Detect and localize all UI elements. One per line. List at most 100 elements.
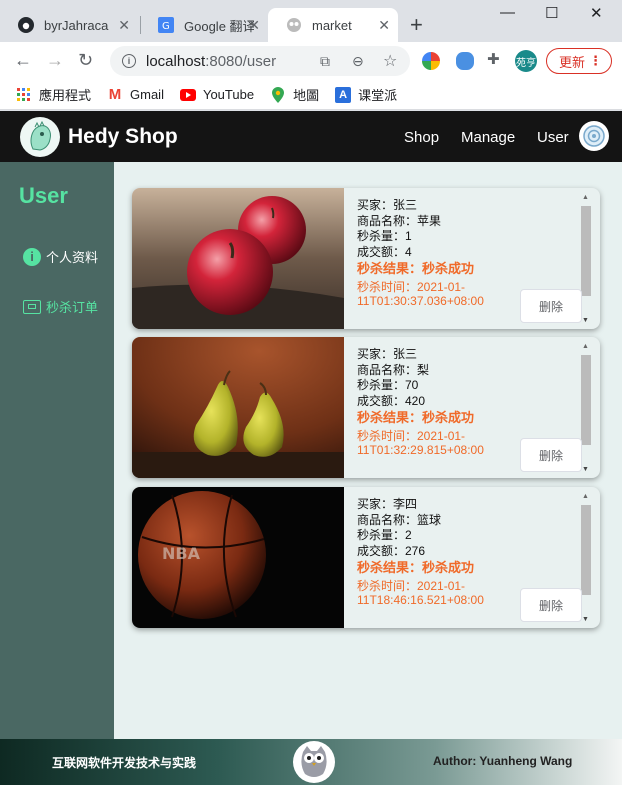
delete-button[interactable]: 删除 bbox=[520, 588, 582, 622]
scrollbar-thumb[interactable] bbox=[581, 505, 591, 595]
url-rest: :8080/user bbox=[205, 52, 277, 70]
basketball-photo: NBA bbox=[132, 487, 344, 628]
scroll-down-icon[interactable]: ▼ bbox=[582, 466, 589, 473]
url-host: localhost bbox=[146, 52, 206, 70]
new-tab-icon[interactable]: + bbox=[410, 12, 423, 38]
apple-photo bbox=[132, 188, 344, 329]
site-info-icon[interactable]: i bbox=[122, 54, 136, 68]
time-line: 秒杀时间：2021-01- bbox=[357, 578, 466, 593]
reload-icon[interactable]: ↻ bbox=[78, 50, 93, 71]
product-name-text: 商品名称：苹果 bbox=[357, 213, 442, 228]
nav-user[interactable]: User bbox=[537, 129, 569, 146]
extensions-puzzle-icon[interactable]: ✚ bbox=[487, 50, 505, 68]
gmail-icon: M bbox=[108, 86, 122, 103]
user-avatar[interactable] bbox=[579, 121, 609, 151]
maps-icon bbox=[270, 86, 286, 103]
pear-photo bbox=[132, 337, 344, 478]
update-button[interactable]: 更新 ⋮ bbox=[546, 48, 612, 74]
amount-text: 成交额：420 bbox=[357, 393, 426, 408]
owl-icon bbox=[293, 741, 335, 783]
forward-icon[interactable]: → bbox=[46, 50, 64, 71]
github-icon bbox=[18, 17, 34, 33]
scroll-down-icon[interactable]: ▼ bbox=[582, 317, 589, 324]
sidebar: User i 个人资料 秒杀订单 bbox=[0, 162, 114, 739]
tab-label: Google 翻译 bbox=[184, 18, 254, 34]
order-card: 买家：张三 商品名称：苹果 秒杀量：1 成交额：4 秒杀结果：秒杀成功 秒杀时间… bbox=[132, 188, 600, 329]
browser-tab-strip: byrJahraca ✕ G Google 翻译 ✕ market ✕ + — … bbox=[0, 0, 622, 42]
extension-cloud-icon[interactable] bbox=[456, 52, 474, 70]
zoom-icon[interactable]: ⊖ bbox=[352, 53, 364, 70]
time-line: 11T01:32:29.815+08:00 bbox=[357, 442, 484, 457]
order-card: NBA 买家：李四 商品名称：篮球 秒杀量：2 成交额：276 秒杀结果：秒杀成… bbox=[132, 487, 600, 628]
time-line: 11T01:30:37.036+08:00 bbox=[357, 293, 484, 308]
result-text: 秒杀结果：秒杀成功 bbox=[357, 410, 475, 425]
bookmark-label: 地圖 bbox=[293, 88, 320, 103]
order-details: 买家：张三 商品名称：梨 秒杀量：70 成交额：420 秒杀结果：秒杀成功 秒杀… bbox=[357, 347, 484, 457]
minimize-icon[interactable]: — bbox=[500, 4, 515, 21]
translate-page-icon[interactable]: ⧉ bbox=[320, 53, 330, 70]
sidebar-item-profile[interactable]: i 个人资料 bbox=[23, 247, 98, 266]
scrollbar-thumb[interactable] bbox=[581, 355, 591, 445]
bookmark-star-icon[interactable]: ☆ bbox=[383, 51, 397, 71]
profile-badge-text: 苑亨 bbox=[516, 57, 536, 69]
close-tab-icon[interactable]: ✕ bbox=[248, 17, 260, 34]
scrollbar-thumb[interactable] bbox=[581, 206, 591, 296]
apps-grid-icon bbox=[16, 87, 32, 103]
bookmark-label: 课堂派 bbox=[358, 88, 398, 103]
nav-manage[interactable]: Manage bbox=[461, 129, 515, 146]
bookmark-label: 應用程式 bbox=[39, 88, 92, 103]
result-text: 秒杀结果：秒杀成功 bbox=[357, 560, 475, 575]
bookmarks-bar: 應用程式 M Gmail YouTube 地圖 A 课堂派 bbox=[0, 80, 622, 110]
browser-toolbar: ← → ↻ i localhost:8080/user ⧉ ⊖ ☆ ✚ 苑亨 更… bbox=[0, 42, 622, 80]
delete-button[interactable]: 删除 bbox=[520, 289, 582, 323]
time-line: 秒杀时间：2021-01- bbox=[357, 428, 466, 443]
close-tab-icon[interactable]: ✕ bbox=[378, 17, 390, 34]
bookmark-label: Gmail bbox=[130, 87, 164, 102]
sidebar-item-label: 秒杀订单 bbox=[46, 300, 99, 315]
youtube-icon bbox=[179, 87, 196, 103]
order-card: 买家：张三 商品名称：梨 秒杀量：70 成交额：420 秒杀结果：秒杀成功 秒杀… bbox=[132, 337, 600, 478]
bookmark-youtube[interactable]: YouTube bbox=[179, 87, 254, 103]
bookmark-ketangpai[interactable]: A 课堂派 bbox=[335, 85, 397, 104]
time-text: 秒杀时间：2021-01- 11T01:30:37.036+08:00 bbox=[357, 280, 484, 308]
footer-author-text: Author: Yuanheng Wang bbox=[433, 754, 573, 768]
profile-avatar[interactable]: 苑亨 bbox=[515, 50, 537, 72]
owl-icon bbox=[286, 17, 302, 33]
tab-github[interactable]: byrJahraca ✕ bbox=[0, 8, 138, 42]
sidebar-item-label: 个人资料 bbox=[46, 250, 99, 265]
time-line: 11T18:46:16.521+08:00 bbox=[357, 592, 484, 607]
bookmark-gmail[interactable]: M Gmail bbox=[107, 86, 164, 103]
tab-market[interactable]: market ✕ bbox=[268, 8, 398, 42]
tab-google-translate[interactable]: G Google 翻译 ✕ bbox=[140, 8, 268, 42]
back-icon[interactable]: ← bbox=[14, 50, 32, 71]
sidebar-title: User bbox=[19, 183, 68, 208]
close-window-icon[interactable]: ✕ bbox=[590, 4, 603, 22]
more-menu-icon: ⋮ bbox=[589, 53, 602, 68]
buyer-text: 买家：张三 bbox=[357, 347, 418, 361]
scroll-up-icon[interactable]: ▲ bbox=[582, 343, 589, 350]
amount-text: 成交额：276 bbox=[357, 543, 426, 558]
address-bar[interactable]: i localhost:8080/user ⧉ ⊖ ☆ bbox=[110, 46, 410, 76]
delete-button[interactable]: 删除 bbox=[520, 438, 582, 472]
shop-logo[interactable] bbox=[20, 116, 60, 157]
scroll-down-icon[interactable]: ▼ bbox=[582, 616, 589, 623]
sidebar-item-orders[interactable]: 秒杀订单 bbox=[23, 297, 98, 316]
scroll-up-icon[interactable]: ▲ bbox=[582, 194, 589, 201]
extension-color-icon[interactable] bbox=[422, 52, 440, 70]
nav-shop[interactable]: Shop bbox=[404, 129, 439, 146]
quantity-text: 秒杀量：2 bbox=[357, 528, 412, 542]
result-text: 秒杀结果：秒杀成功 bbox=[357, 261, 475, 276]
ketangpai-icon: A bbox=[335, 86, 352, 103]
quantity-text: 秒杀量：1 bbox=[357, 229, 412, 243]
maximize-icon[interactable]: ☐ bbox=[545, 4, 558, 22]
footer-course-text: 互联网软件开发技术与实践 bbox=[52, 756, 197, 770]
scroll-up-icon[interactable]: ▲ bbox=[582, 493, 589, 500]
bookmark-apps[interactable]: 應用程式 bbox=[16, 85, 91, 104]
product-name-text: 商品名称：梨 bbox=[357, 362, 430, 377]
product-name-text: 商品名称：篮球 bbox=[357, 512, 442, 527]
brand-title[interactable]: Hedy Shop bbox=[68, 125, 178, 149]
time-text: 秒杀时间：2021-01- 11T18:46:16.521+08:00 bbox=[357, 579, 484, 607]
update-label: 更新 bbox=[559, 54, 586, 70]
bookmark-maps[interactable]: 地圖 bbox=[270, 85, 319, 104]
close-tab-icon[interactable]: ✕ bbox=[118, 17, 130, 34]
